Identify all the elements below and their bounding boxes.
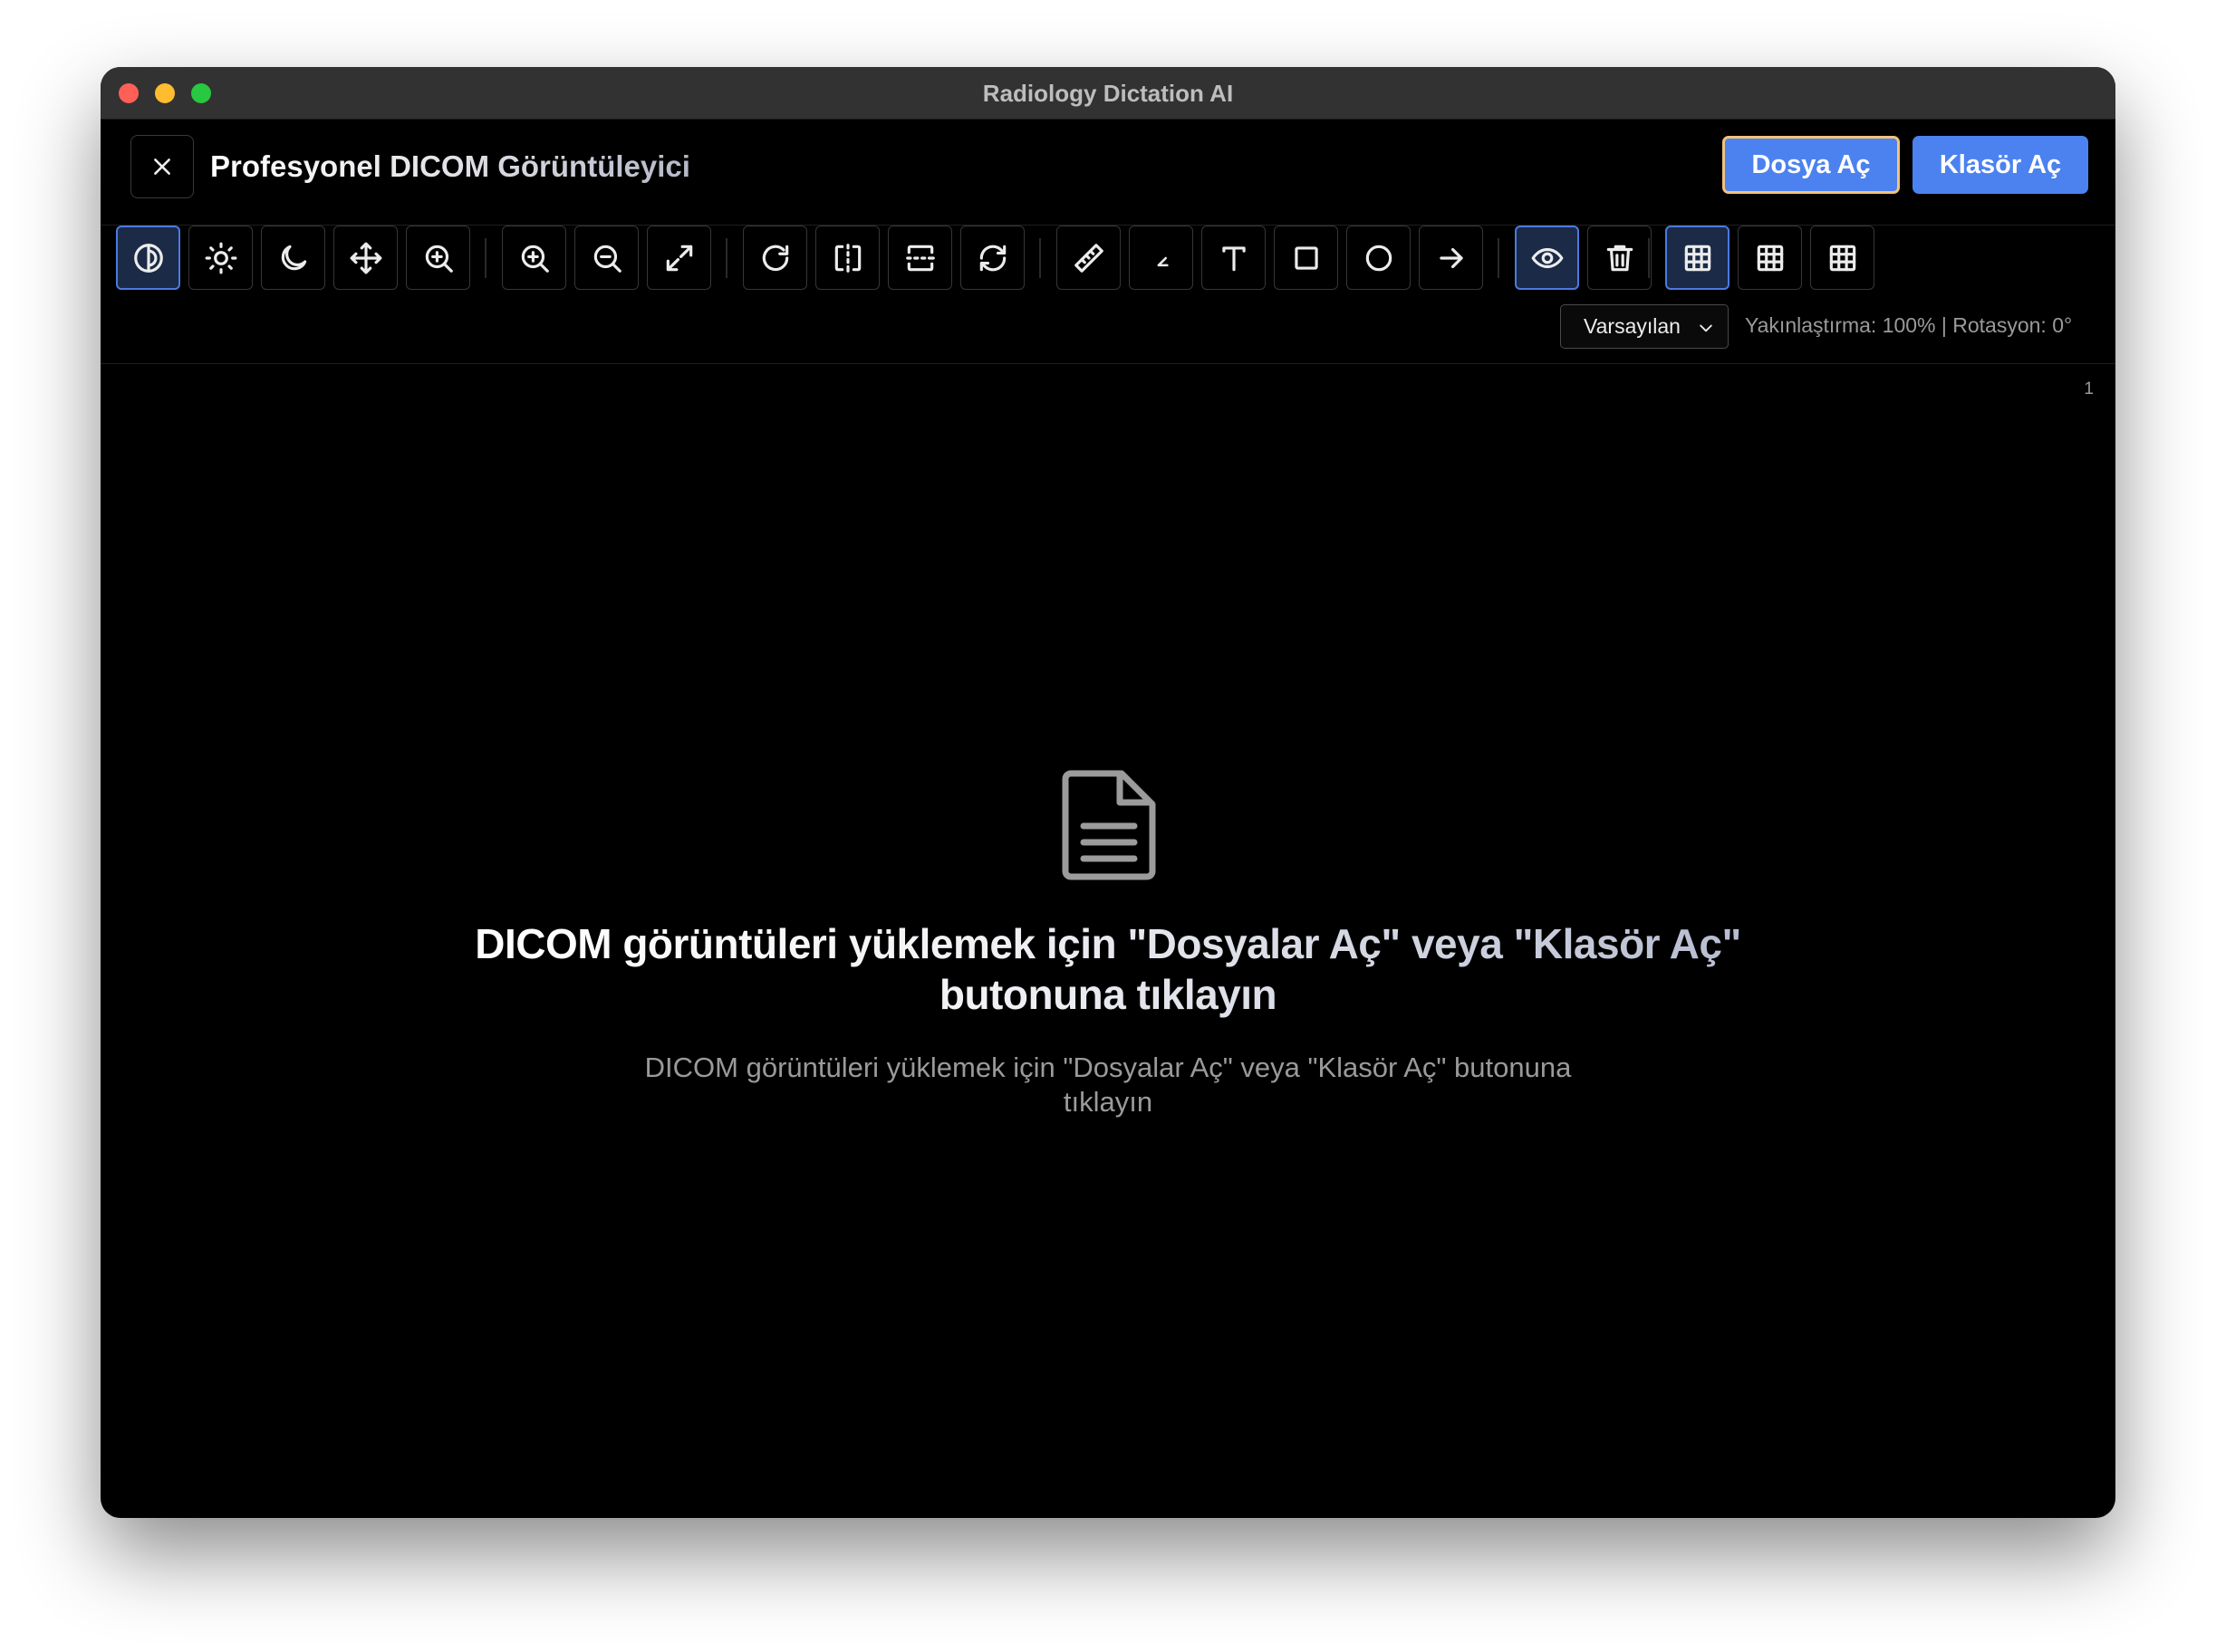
circle-icon <box>1365 245 1392 271</box>
flip-vertical-button[interactable] <box>888 226 952 290</box>
flip-horizontal-icon <box>834 243 861 273</box>
pan-tool-button[interactable] <box>333 226 398 290</box>
toolbar-separator <box>726 238 727 278</box>
preset-select[interactable]: Varsayılan <box>1560 304 1729 349</box>
zoom-rotation-info: Yakınlaştırma: 100% | Rotasyon: 0° <box>1745 313 2073 337</box>
layout-1-button[interactable] <box>1665 226 1729 290</box>
window-titlebar: Radiology Dictation AI <box>101 67 2115 120</box>
expand-icon <box>666 245 692 271</box>
magnify-tool-button[interactable] <box>406 226 470 290</box>
text-tool-button[interactable] <box>1201 226 1266 290</box>
ruler-icon <box>1074 243 1103 273</box>
rectangle-icon <box>1294 245 1318 270</box>
layout-3-button[interactable] <box>1810 226 1874 290</box>
move-icon <box>350 242 381 274</box>
rectangle-tool-button[interactable] <box>1274 226 1338 290</box>
toolbar-separator <box>485 238 487 278</box>
reset-button[interactable] <box>960 226 1025 290</box>
moon-icon <box>281 245 306 270</box>
toolbar-separator <box>1648 238 1650 278</box>
open-folder-button[interactable]: Klasör Aç <box>1913 136 2088 194</box>
empty-state-title: DICOM görüntüleri yüklemek için "Dosyala… <box>463 918 1753 1020</box>
arrow-tool-button[interactable] <box>1419 226 1483 290</box>
refresh-icon <box>979 245 1006 271</box>
zoom-in-button[interactable] <box>502 226 566 290</box>
toggle-annotations-button[interactable] <box>1515 226 1579 290</box>
contrast-icon <box>133 243 163 273</box>
window-title: Radiology Dictation AI <box>982 80 1234 107</box>
tool-toolbar <box>101 226 2115 291</box>
page-title: Profesyonel DICOM Görüntüleyici <box>210 149 690 183</box>
arrow-right-icon <box>1439 247 1463 268</box>
flip-vertical-icon <box>905 245 935 271</box>
clear-annotations-button[interactable] <box>1587 226 1652 290</box>
toolbar-separator <box>1498 238 1499 278</box>
window-level-tool-button[interactable] <box>116 226 180 290</box>
chevron-down-icon <box>1700 324 1712 332</box>
open-file-button[interactable]: Dosya Aç <box>1722 136 1900 194</box>
document-icon <box>1062 770 1156 880</box>
rotate-button[interactable] <box>743 226 807 290</box>
flip-horizontal-button[interactable] <box>815 226 880 290</box>
toolbar-separator <box>1039 238 1041 278</box>
rotate-cw-icon <box>762 245 788 271</box>
angle-icon <box>1157 256 1169 266</box>
preset-select-value: Varsayılan <box>1584 314 1681 338</box>
invert-tool-button[interactable] <box>261 226 325 290</box>
text-icon <box>1221 245 1246 271</box>
app-window: Radiology Dictation AI Profesyonel DICOM… <box>101 67 2115 1518</box>
trash-icon <box>1606 245 1633 271</box>
grid-icon <box>1684 245 1710 271</box>
magnify-icon <box>425 245 453 273</box>
sun-icon <box>205 242 236 274</box>
zoom-out-icon <box>593 245 621 273</box>
eye-icon <box>1531 247 1563 268</box>
zoom-in-icon <box>521 245 549 273</box>
close-viewer-button[interactable] <box>130 135 194 198</box>
fit-to-window-button[interactable] <box>647 226 711 290</box>
empty-state-subtitle: DICOM görüntüleri yüklemek için "Dosyala… <box>644 1052 1572 1118</box>
close-icon <box>154 158 170 175</box>
grid-icon <box>1829 245 1855 271</box>
length-tool-button[interactable] <box>1056 226 1121 290</box>
viewer-header: Profesyonel DICOM Görüntüleyici Dosya Aç… <box>101 120 2115 226</box>
ellipse-tool-button[interactable] <box>1346 226 1411 290</box>
layout-2-button[interactable] <box>1738 226 1802 290</box>
frame-number: 1 <box>2084 379 2094 399</box>
zoom-out-button[interactable] <box>574 226 639 290</box>
angle-tool-button[interactable] <box>1129 226 1193 290</box>
brightness-tool-button[interactable] <box>188 226 253 290</box>
grid-icon <box>1757 245 1783 271</box>
